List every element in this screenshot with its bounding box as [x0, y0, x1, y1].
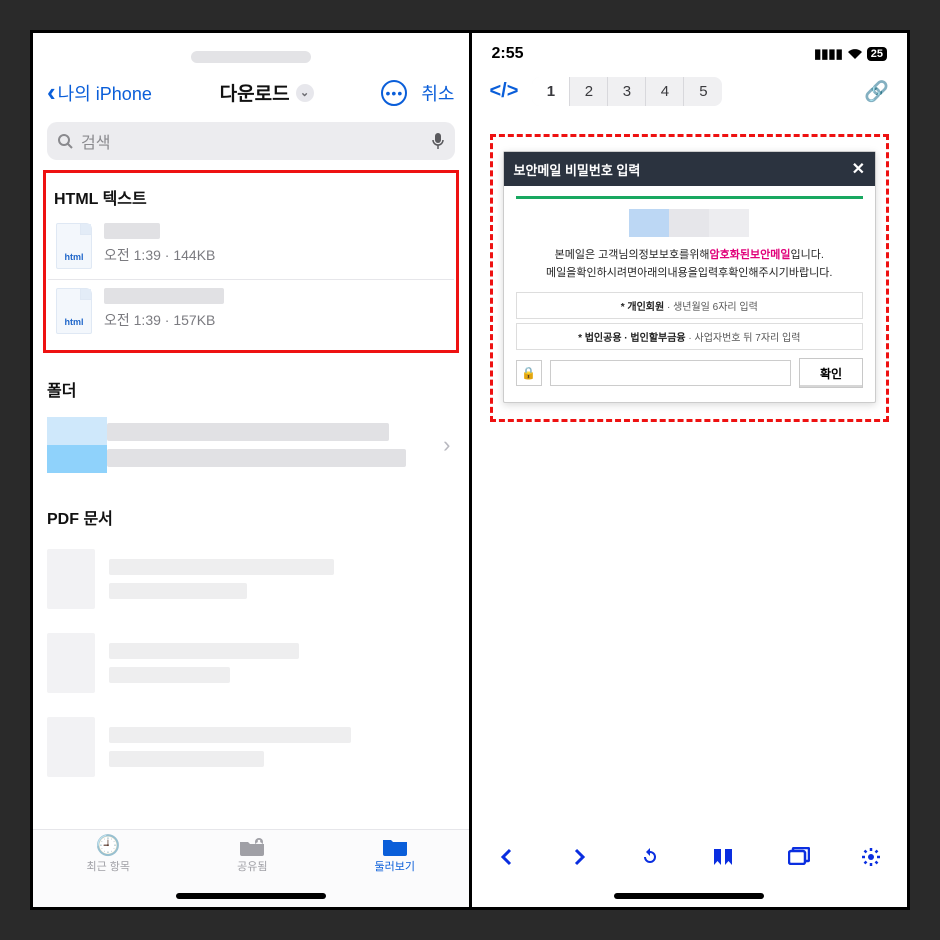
section-html-text: HTML 텍스트 [48, 175, 454, 215]
highlight-box: 보안메일 비밀번호 입력 ✕ 본메일은 고객님의정보보호를위해암호화된보안메일입… [490, 134, 890, 422]
folder-name-redacted [107, 417, 439, 473]
modal-message: 본메일은 고객님의정보보호를위해암호화된보안메일입니다. 메일을확인하시려면아래… [516, 247, 864, 282]
reload-icon[interactable] [640, 847, 660, 867]
home-indicator[interactable] [176, 893, 326, 899]
search-input[interactable]: 검색 [47, 122, 455, 160]
signal-icon: ▮▮▮▮ [814, 46, 843, 62]
chevron-down-icon[interactable]: ⌄ [296, 84, 314, 102]
file-name-redacted [104, 288, 224, 304]
lock-icon: 🔒 [516, 360, 542, 386]
search-placeholder: 검색 [81, 129, 423, 153]
folder-row[interactable]: › [47, 413, 455, 477]
more-button[interactable]: ••• [381, 80, 407, 106]
list-item[interactable] [47, 623, 455, 707]
file-row[interactable]: html 오전 1:39 · 144KB [48, 215, 454, 279]
file-meta: 오전 1:39 · 144KB [104, 245, 446, 265]
file-name-redacted [104, 223, 160, 239]
section-folder: 폴더 [33, 367, 469, 407]
wifi-icon [847, 48, 863, 60]
secure-mail-modal: 보안메일 비밀번호 입력 ✕ 본메일은 고객님의정보보호를위해암호화된보안메일입… [503, 151, 877, 403]
battery-icon: 25 [867, 47, 887, 61]
section-pdf: PDF 문서 [33, 495, 469, 535]
link-icon[interactable]: 🔗 [864, 79, 889, 104]
nav-forward-icon[interactable] [569, 847, 589, 867]
tabs-icon[interactable] [788, 847, 810, 865]
bookmarks-icon[interactable] [712, 847, 736, 867]
file-row[interactable]: html 오전 1:39 · 157KB [48, 279, 454, 344]
page-3[interactable]: 3 [608, 77, 646, 106]
folder-icon [382, 836, 408, 856]
folder-thumb [47, 417, 107, 473]
html-file-icon: html [56, 288, 92, 334]
page-segmented-control: 1 2 3 4 5 [532, 77, 722, 106]
status-time: 2:55 [492, 45, 524, 63]
chevron-right-icon: › [439, 432, 454, 458]
status-bar: 2:55 ▮▮▮▮ 25 [472, 33, 908, 69]
pdf-thumb [47, 633, 95, 693]
confirm-button[interactable]: 확인 [799, 358, 863, 388]
pdf-thumb [47, 717, 95, 777]
mic-icon[interactable] [431, 132, 445, 150]
close-icon[interactable]: ✕ [852, 159, 865, 179]
page-title: 다운로드 ⌄ [152, 79, 382, 106]
tab-browse[interactable]: 둘러보기 [375, 836, 415, 907]
shared-folder-icon [239, 836, 265, 856]
highlight-box: HTML 텍스트 html 오전 1:39 · 144KB html 오전 1:… [43, 170, 459, 353]
page-2[interactable]: 2 [570, 77, 608, 106]
page-5[interactable]: 5 [684, 77, 722, 106]
back-button[interactable]: ‹ 나의 iPhone [47, 77, 152, 108]
hint-corporate: * 법인공용 · 법인할부금융 · 사업자번호 뒤 7자리 입력 [516, 323, 864, 350]
settings-icon[interactable] [861, 847, 881, 867]
html-file-icon: html [56, 223, 92, 269]
tab-recent[interactable]: 🕘 최근 항목 [87, 836, 131, 907]
list-item[interactable] [47, 707, 455, 791]
page-1[interactable]: 1 [532, 77, 570, 106]
home-indicator[interactable] [614, 893, 764, 899]
logo-redacted [629, 209, 749, 237]
file-meta: 오전 1:39 · 157KB [104, 310, 446, 330]
page-4[interactable]: 4 [646, 77, 684, 106]
modal-title: 보안메일 비밀번호 입력 [514, 160, 641, 179]
browser-pane: 2:55 ▮▮▮▮ 25 </> 1 2 3 4 5 🔗 [472, 33, 908, 907]
chevron-left-icon: ‹ [47, 77, 56, 108]
source-code-icon[interactable]: </> [490, 80, 519, 103]
sheet-grabber[interactable] [191, 51, 311, 63]
list-item[interactable] [47, 539, 455, 623]
cancel-button[interactable]: 취소 [421, 80, 454, 106]
pdf-thumb [47, 549, 95, 609]
search-icon [57, 133, 73, 149]
nav-back-icon[interactable] [497, 847, 517, 867]
clock-icon: 🕘 [96, 836, 121, 856]
password-input[interactable] [550, 360, 792, 386]
files-app-pane: ‹ 나의 iPhone 다운로드 ⌄ ••• 취소 검색 HTML 텍스트 [33, 33, 472, 907]
accent-line [516, 196, 864, 199]
hint-individual: * 개인회원 · 생년월일 6자리 입력 [516, 292, 864, 319]
back-label: 나의 iPhone [58, 80, 152, 106]
